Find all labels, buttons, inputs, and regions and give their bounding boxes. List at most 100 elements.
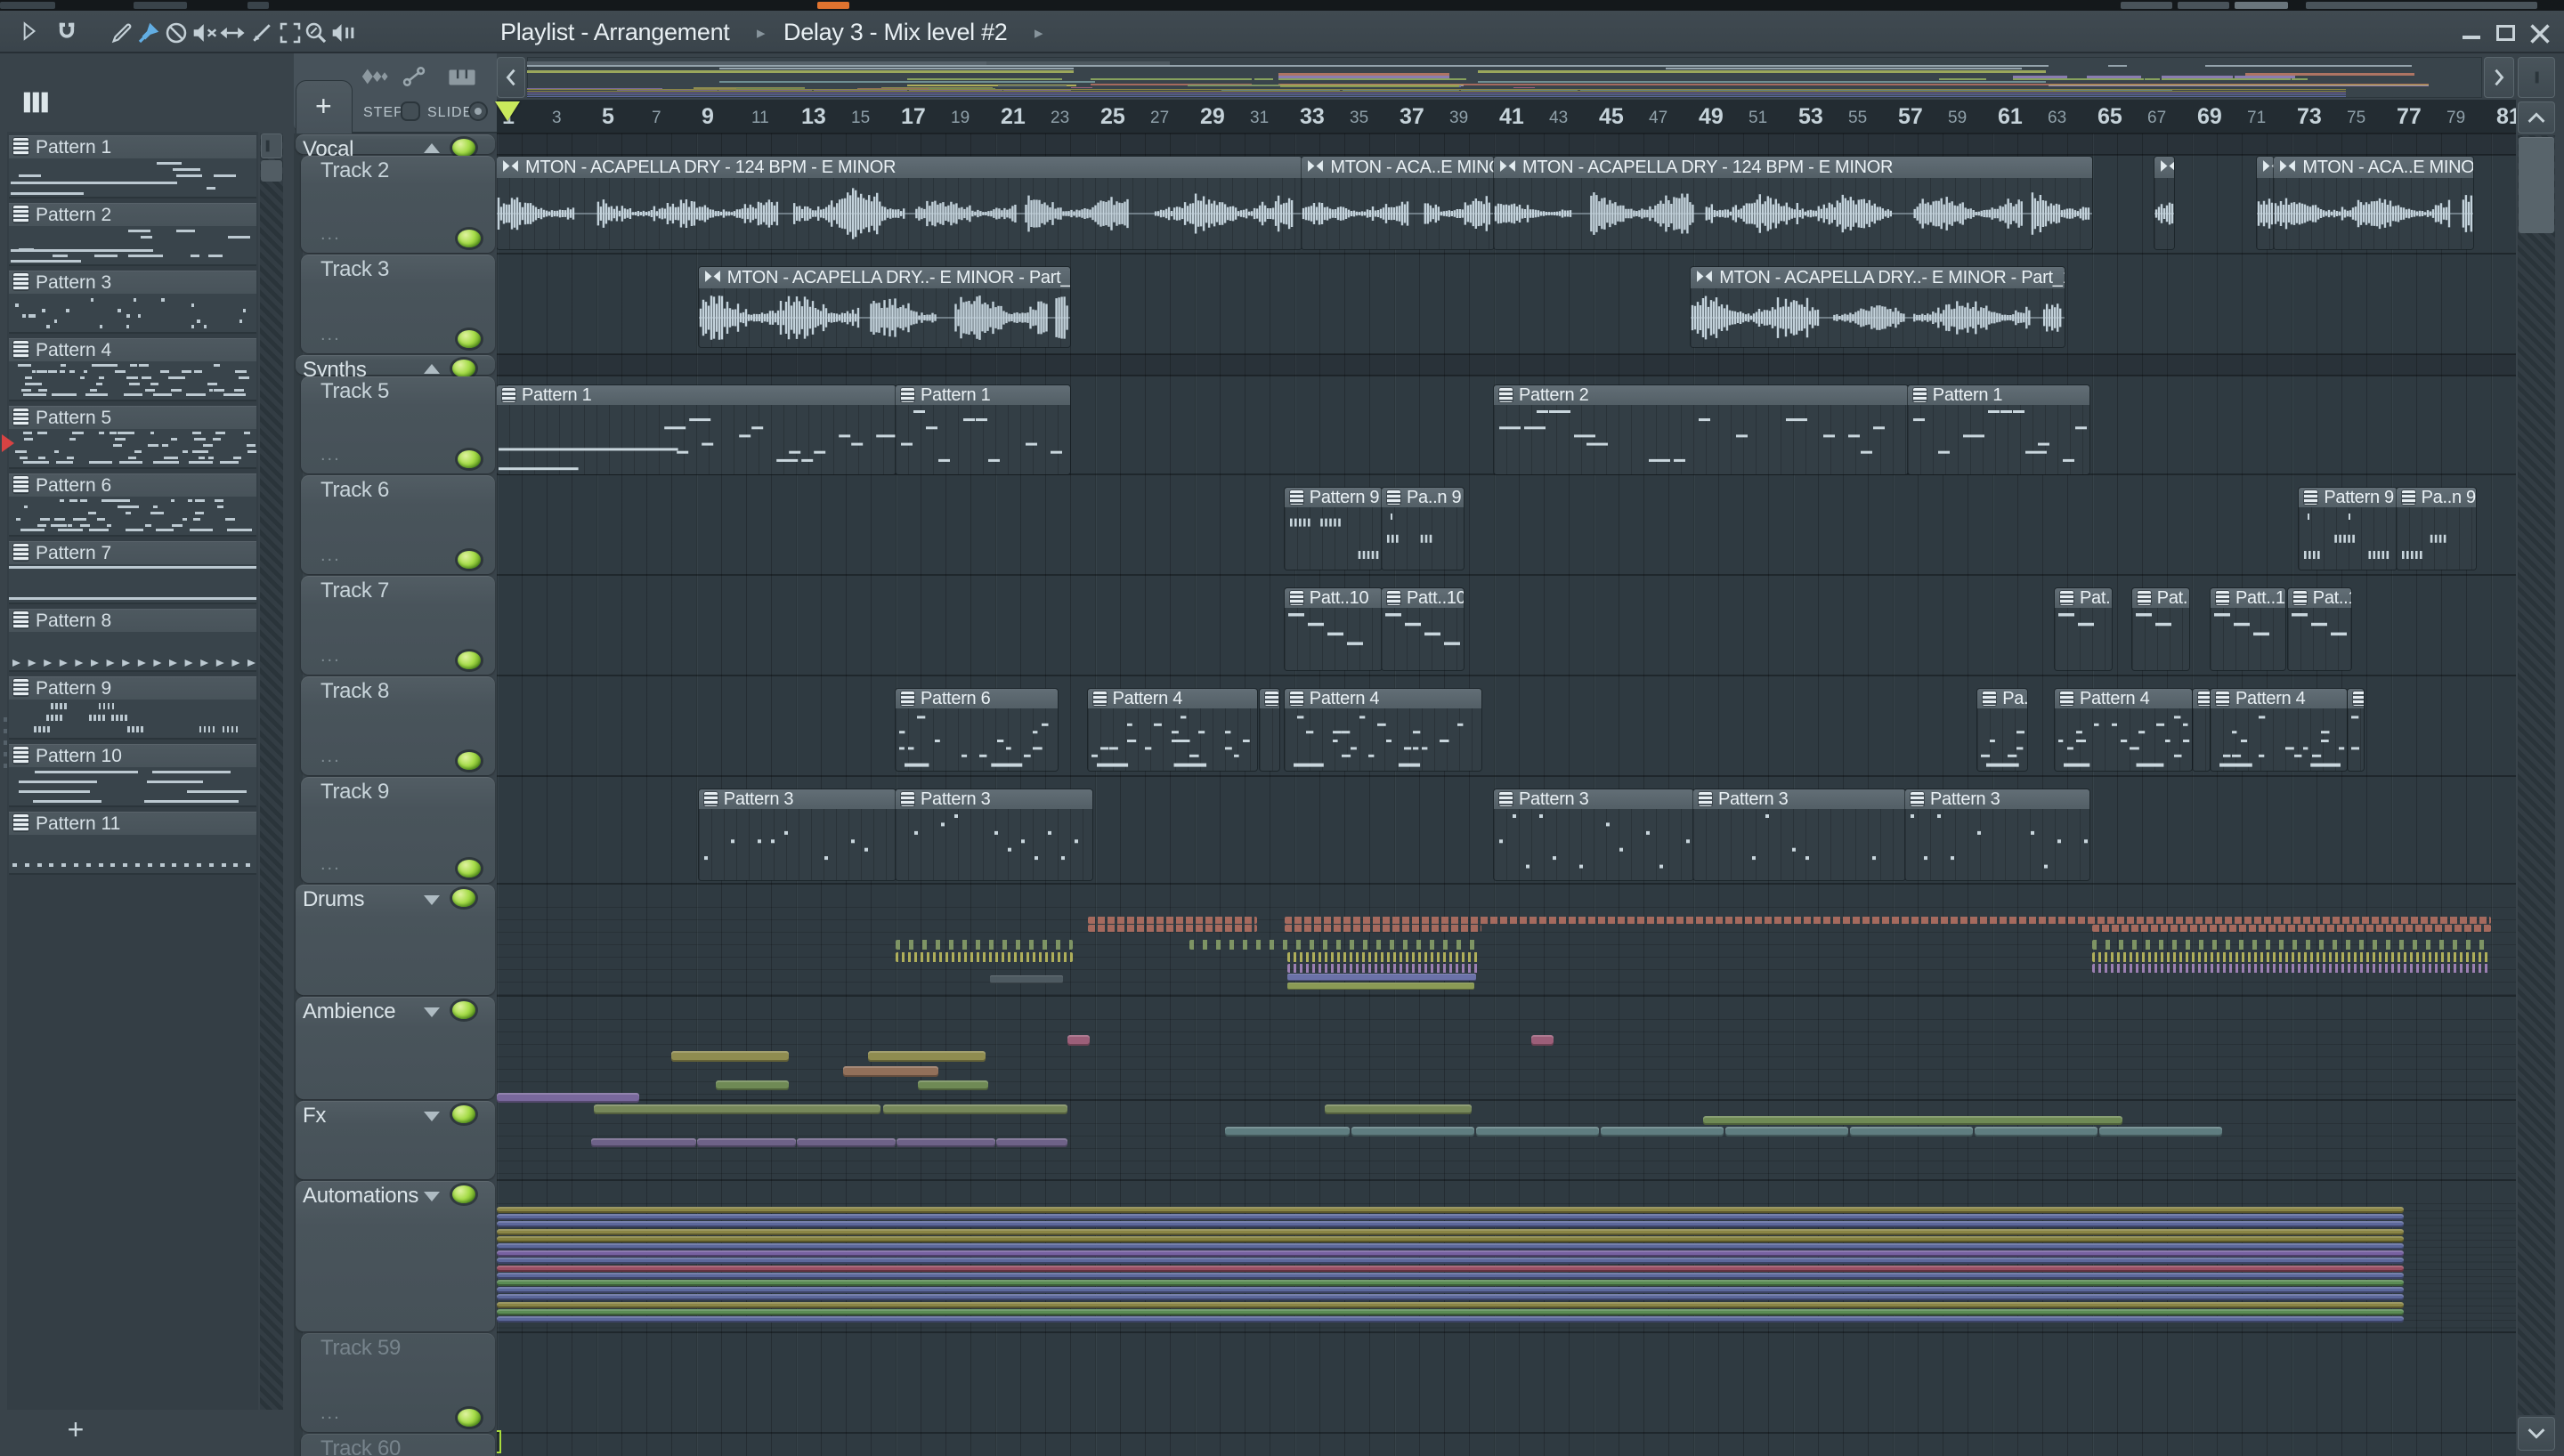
- pattern-clip[interactable]: Pat..10: [2287, 588, 2352, 670]
- clip-header[interactable]: Pat..0: [2055, 588, 2113, 608]
- track-plate[interactable]: Track 2...: [301, 156, 495, 253]
- clip-header[interactable]: Patt..10: [1284, 588, 1382, 608]
- pattern-clip[interactable]: Pattern 9: [1284, 488, 1382, 570]
- pattern-clip[interactable]: Patt..10: [1382, 588, 1465, 670]
- pattern-item-header[interactable]: Pattern 5: [9, 406, 256, 429]
- timeline-ruler[interactable]: 1 3 5 7 9 11 13 15 17 19 21 23 25 27 29 31 33 35 37 39 41 43 4…: [495, 100, 2521, 133]
- scrollbar-track[interactable]: [2518, 135, 2555, 1415]
- audio-clip[interactable]: MTON - ACAPELLA DRY..- E MINOR - Part_1: [1691, 267, 2065, 347]
- picker-icon[interactable]: [20, 87, 53, 117]
- pattern-item-header[interactable]: Pattern 9: [9, 676, 256, 700]
- tool-zoom-button[interactable]: [301, 19, 331, 47]
- pattern-item-header[interactable]: Pattern 2: [9, 203, 256, 226]
- pattern-list-item[interactable]: Pattern 4: [9, 338, 256, 403]
- pattern-list-item[interactable]: Pattern 11: [9, 812, 256, 877]
- clip-header[interactable]: Pattern 3: [1693, 789, 1905, 809]
- pattern-clip[interactable]: Pa..n 9: [1382, 488, 1465, 570]
- clip-header[interactable]: Pattern 3: [896, 789, 1093, 809]
- scroll-up-button[interactable]: [2518, 101, 2555, 133]
- group-collapse-arrow-up[interactable]: [424, 143, 440, 153]
- track-mute-led[interactable]: [458, 230, 481, 247]
- pattern-clip[interactable]: Pattern 4: [2055, 689, 2192, 771]
- track-mute-led[interactable]: [458, 330, 481, 348]
- track-group-plate[interactable]: Vocal: [296, 134, 495, 161]
- link-icon[interactable]: [399, 64, 429, 89]
- track-mute-led[interactable]: [452, 1001, 475, 1019]
- panel-toggle-button[interactable]: [2518, 57, 2555, 98]
- track-plate[interactable]: Track 6...: [301, 475, 495, 574]
- pattern-item-header[interactable]: Pattern 3: [9, 271, 256, 294]
- scrollbar-thumb[interactable]: [2519, 137, 2554, 233]
- clip-header[interactable]: [2256, 157, 2275, 178]
- pattern-clip[interactable]: [2193, 689, 2210, 771]
- clip-header[interactable]: MTON - ACA..E MINOR: [2274, 157, 2474, 178]
- tool-magnet-button[interactable]: [52, 19, 82, 47]
- audio-clip[interactable]: [2256, 157, 2275, 249]
- track-plate[interactable]: Track 8...: [301, 676, 495, 775]
- clip-header[interactable]: Patt..10: [2211, 588, 2285, 608]
- pattern-clip[interactable]: Pattern 3: [896, 789, 1093, 880]
- scroll-down-button[interactable]: [2518, 1417, 2555, 1451]
- pattern-list-item[interactable]: Pattern 10: [9, 744, 256, 809]
- clip-header[interactable]: Pat..10: [2287, 588, 2352, 608]
- group-collapse-arrow-down[interactable]: [424, 1112, 440, 1121]
- add-pattern-button[interactable]: +: [62, 1413, 89, 1446]
- pattern-clip[interactable]: Pattern 4: [2211, 689, 2347, 771]
- clip-header[interactable]: Pattern 1: [497, 385, 896, 405]
- track-group-plate[interactable]: Fx: [296, 1101, 495, 1179]
- arrangement-minimap[interactable]: [527, 57, 2482, 98]
- track-mute-led[interactable]: [452, 889, 475, 907]
- track-group-plate[interactable]: Automations: [296, 1181, 495, 1331]
- clip-header[interactable]: Pat..0: [2131, 588, 2190, 608]
- audio-clip[interactable]: MTON - ACA..E MINOR: [1302, 157, 1494, 249]
- step-toggle[interactable]: [401, 101, 420, 121]
- track-mute-led[interactable]: [452, 360, 475, 377]
- pattern-item-header[interactable]: Pattern 6: [9, 473, 256, 497]
- playhead-marker[interactable]: [495, 101, 520, 121]
- pattern-clip[interactable]: Pat..0: [2131, 588, 2190, 670]
- minimize-button[interactable]: [2457, 16, 2486, 48]
- track-plate[interactable]: Track 5...: [301, 376, 495, 473]
- pattern-clip[interactable]: [1259, 689, 1280, 771]
- clip-header[interactable]: Pattern 4: [1087, 689, 1257, 708]
- clip-header[interactable]: Pa..n 9: [2396, 488, 2477, 507]
- maximize-button[interactable]: [2491, 16, 2519, 48]
- tool-slice-button[interactable]: [247, 19, 277, 47]
- pattern-list-item[interactable]: Pattern 3: [9, 271, 256, 336]
- clip-header[interactable]: Pattern 4: [1284, 689, 1481, 708]
- track-mute-led[interactable]: [458, 450, 481, 468]
- pattern-item-header[interactable]: Pattern 7: [9, 541, 256, 564]
- clip-header[interactable]: [2348, 689, 2365, 708]
- clip-header[interactable]: Pattern 2: [1494, 385, 1908, 405]
- tool-playback-button[interactable]: [328, 19, 358, 47]
- clip-header[interactable]: Pattern 1: [896, 385, 1070, 405]
- pattern-item-header[interactable]: Pattern 11: [9, 812, 256, 835]
- pattern-clip[interactable]: Pattern 1: [896, 385, 1070, 474]
- pattern-list-scrollbar[interactable]: [260, 133, 283, 1410]
- pattern-clip[interactable]: [2348, 689, 2365, 771]
- pattern-item-header[interactable]: Pattern 8: [9, 609, 256, 632]
- pattern-clip[interactable]: Pattern 6: [896, 689, 1058, 771]
- track-group-plate[interactable]: Ambience: [296, 997, 495, 1099]
- track-plate[interactable]: Track 3...: [301, 255, 495, 353]
- scrollbar-thumb[interactable]: [261, 160, 282, 182]
- group-collapse-arrow-up[interactable]: [424, 364, 440, 374]
- audio-clip[interactable]: MTON - ACAPELLA DRY..- E MINOR - Part_1: [698, 267, 1070, 347]
- pattern-list-item[interactable]: Pattern 2: [9, 203, 256, 268]
- tool-paint-button[interactable]: [134, 19, 164, 47]
- pattern-clip[interactable]: Pattern 3: [1693, 789, 1905, 880]
- audio-clip[interactable]: MTON - ACAPELLA DRY - 124 BPM - E MINOR: [1494, 157, 2092, 249]
- pattern-clip[interactable]: Pattern 4: [1284, 689, 1481, 771]
- tool-slip-button[interactable]: [216, 19, 247, 47]
- scrollbar-top-button[interactable]: [261, 133, 282, 158]
- group-collapse-arrow-down[interactable]: [424, 1192, 440, 1201]
- clip-header[interactable]: Pattern 4: [2211, 689, 2347, 708]
- pattern-list-item[interactable]: Pattern 1: [9, 135, 256, 200]
- close-button[interactable]: [2525, 16, 2555, 48]
- pattern-clip[interactable]: Pat..0: [2055, 588, 2113, 670]
- track-mute-led[interactable]: [452, 1185, 475, 1203]
- pattern-clip[interactable]: Pattern 9: [2299, 488, 2397, 570]
- clip-header[interactable]: [2154, 157, 2175, 178]
- track-mute-led[interactable]: [458, 551, 481, 569]
- track-mute-led[interactable]: [452, 1105, 475, 1123]
